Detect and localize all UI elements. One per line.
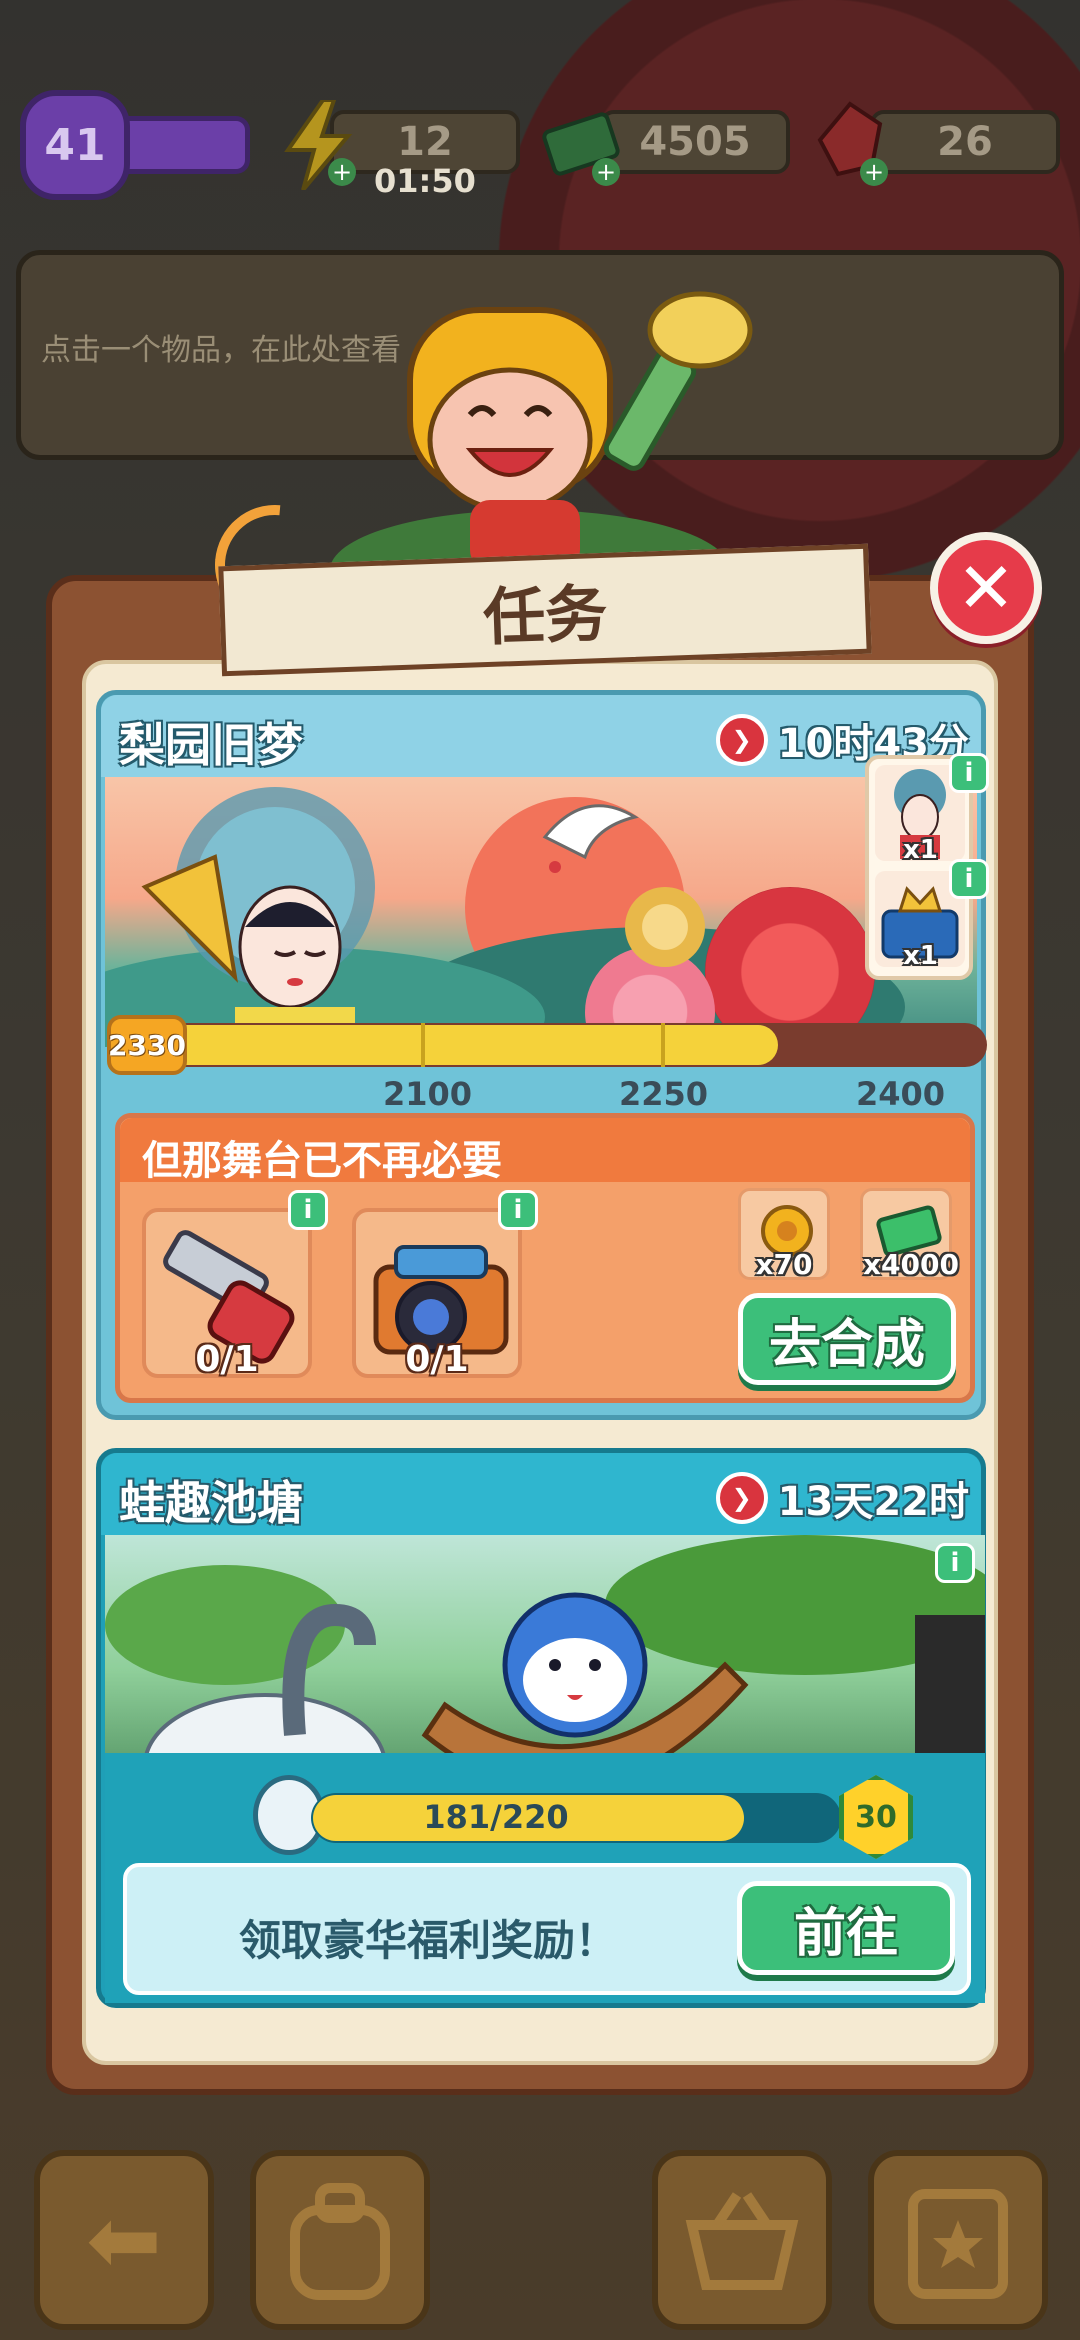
info-icon[interactable]: i (498, 1190, 538, 1230)
crane-decoration (542, 804, 639, 873)
energy-value: 12 (397, 119, 453, 165)
event-reward-stack: x1 x1 i i (865, 753, 989, 980)
gem-value: 26 (937, 119, 993, 165)
basket-icon (685, 2192, 799, 2290)
task-panel-title: 任务 (481, 576, 609, 655)
energy-timer: 01:50 (374, 162, 476, 200)
quest-item-count: 0/1 (195, 1339, 259, 1380)
back-arrow-icon: ⬅ (86, 2187, 162, 2293)
pass-level: 30 (855, 1799, 897, 1835)
quest-item-camera[interactable]: 0/1 (352, 1208, 522, 1380)
go-merge-button[interactable]: 去合成 (738, 1293, 956, 1385)
milestone-label: 2400 (856, 1075, 946, 1113)
welfare-text: 领取豪华福利奖励！ (239, 1916, 618, 1965)
backpack-button[interactable] (250, 2150, 430, 2330)
quest-reward-qty: x70 (755, 1248, 813, 1281)
gem-icon: + (810, 100, 900, 190)
level-value: 41 (44, 119, 106, 171)
close-icon: ✕ (956, 547, 1016, 629)
quest-board-button[interactable] (868, 2150, 1048, 2330)
reward-qty: x1 (903, 941, 938, 971)
event-card-header: 梨园旧梦 ❯ 10时43分 (101, 695, 981, 777)
event-timer-text: 13天22时 (777, 1479, 969, 1525)
status-bar: 41 12 + 01:50 4505 + 26 + (0, 80, 1080, 200)
backpack-icon (290, 2183, 390, 2300)
cash-value: 4505 (639, 119, 751, 165)
welfare-box: 领取豪华福利奖励！ 前往 (123, 1863, 971, 1995)
quest-item-count: 0/1 (405, 1339, 469, 1380)
event-card-opera: 梨园旧梦 ❯ 10时43分 x1 x1 i i 2330 2100 2250 2… (96, 690, 989, 1420)
quest-reward-cash[interactable]: x4000 (860, 1188, 959, 1281)
energy-icon: + (278, 98, 368, 192)
mascot-character (330, 290, 760, 630)
event-title: 蛙趣池塘 (119, 1476, 303, 1530)
milestone-label: 2100 (383, 1075, 473, 1113)
event-score-badge: 2330 (107, 1015, 187, 1075)
milestone-marker (661, 1023, 665, 1067)
milestone-label: 2250 (619, 1075, 709, 1113)
quest-title: 但那舞台已不再必要 (142, 1138, 502, 1184)
info-icon[interactable]: i (935, 1543, 975, 1583)
cash-icon: + (540, 100, 630, 190)
info-icon[interactable]: i (288, 1190, 328, 1230)
quest-item-saw[interactable]: 0/1 (142, 1208, 312, 1380)
quest-header: 但那舞台已不再必要 (120, 1118, 970, 1184)
svg-text:+: + (864, 158, 884, 186)
milestone-marker (421, 1023, 425, 1067)
reward-qty: x1 (903, 835, 938, 865)
svg-text:+: + (596, 158, 616, 186)
event-card-pond: 蛙趣池塘 ❯ 13天22时 i 181/220 30 领取豪华福利奖励！ 前往 (96, 1448, 986, 2008)
level-badge[interactable]: 41 (20, 90, 130, 200)
event-score: 2330 (108, 1028, 186, 1062)
back-button[interactable]: ⬅ (34, 2150, 214, 2330)
event-title: 梨园旧梦 (119, 718, 303, 772)
svg-text:+: + (332, 158, 352, 186)
info-icon[interactable]: i (949, 859, 989, 899)
event-banner-image (105, 777, 977, 1047)
level-progress-bar (110, 116, 250, 174)
task-panel-title-ribbon: 任务 (218, 543, 872, 677)
go-button[interactable]: 前往 (737, 1881, 955, 1975)
quest-reward-qty: x4000 (863, 1248, 959, 1281)
peony-decoration (625, 887, 705, 967)
event-timer: ❯ 13天22时 (715, 1469, 969, 1527)
clock-icon: ❯ (715, 1472, 768, 1524)
pass-progress-text: 181/220 (423, 1798, 569, 1836)
quest-reward-flower-coin[interactable]: x70 (738, 1188, 830, 1281)
close-button[interactable]: ✕ (930, 532, 1042, 644)
event-progress-fill (127, 1025, 778, 1065)
info-icon[interactable]: i (949, 753, 989, 793)
shop-button[interactable] (652, 2150, 832, 2330)
quest-box: 但那舞台已不再必要 0/1 i 0/1 i x70 x4000 去合成 (115, 1113, 975, 1403)
event-card-header: 蛙趣池塘 ❯ 13天22时 (101, 1453, 981, 1535)
opera-character-image (141, 787, 375, 1047)
quest-board-icon (908, 2189, 1008, 2299)
bottom-nav: ⬅ (0, 2140, 1080, 2340)
clock-icon: ❯ (715, 714, 768, 766)
